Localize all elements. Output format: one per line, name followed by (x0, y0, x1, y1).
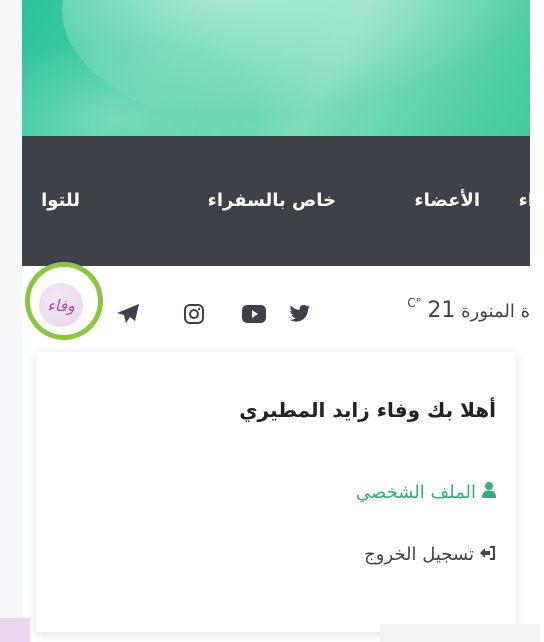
nav-item-members[interactable]: الأعضاء (414, 190, 480, 211)
user-avatar[interactable]: وفاء (39, 283, 83, 327)
avatar-initials: وفاء (47, 295, 75, 315)
sign-out-icon (480, 544, 496, 565)
nav-item-partial-left[interactable]: للتوا (41, 190, 80, 211)
profile-link-label: الملف الشخصي (356, 482, 476, 503)
main-navbar: اء الأعضاء خاص بالسفراء للتوا (22, 136, 530, 266)
user-icon (482, 482, 496, 503)
nav-item-ambassadors[interactable]: خاص بالسفراء (208, 190, 336, 211)
dropdown-greeting: أهلا بك وفاء زايد المطيري (239, 398, 496, 422)
city-prefix: ة (520, 301, 530, 322)
twitter-icon[interactable] (288, 302, 312, 326)
hero-banner (22, 0, 530, 136)
weather-widget: ة المنورة 21 °C (407, 296, 530, 323)
profile-link[interactable]: الملف الشخصي (356, 482, 496, 503)
temperature-unit: °C (407, 296, 422, 310)
logout-link[interactable]: تسجيل الخروج (364, 544, 496, 565)
youtube-icon[interactable] (242, 302, 266, 326)
user-dropdown-menu: أهلا بك وفاء زايد المطيري الملف الشخصي ت… (36, 352, 516, 632)
temperature-value: 21 (427, 298, 456, 323)
telegram-icon[interactable] (116, 302, 140, 326)
bottom-decoration-2 (380, 624, 540, 642)
nav-item-partial-right[interactable]: اء (519, 190, 530, 211)
city-name: المنورة (461, 301, 515, 322)
bottom-decoration (0, 618, 30, 642)
instagram-icon[interactable] (182, 302, 206, 326)
page-left-strip (0, 0, 22, 642)
logout-link-label: تسجيل الخروج (364, 544, 474, 565)
